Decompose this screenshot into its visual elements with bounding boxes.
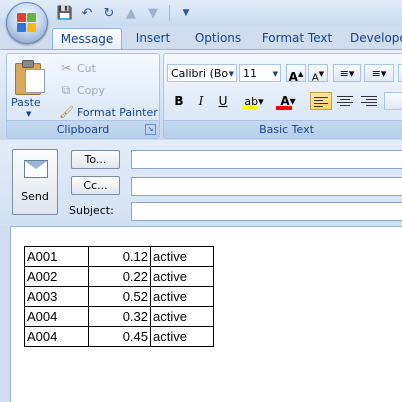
align-left-button[interactable] xyxy=(310,92,332,110)
table-cell: active xyxy=(150,286,214,307)
send-label: Send xyxy=(21,190,49,203)
paintbrush-icon: 🖌 xyxy=(59,105,75,119)
table-row: A001 0.12 active xyxy=(24,246,214,267)
grow-font-button[interactable]: A▲ xyxy=(286,64,306,84)
font-color-swatch xyxy=(276,106,292,110)
data-table: A001 0.12 active A002 0.22 active A003 0… xyxy=(24,246,214,347)
undo-icon[interactable]: ↶ xyxy=(78,4,96,22)
customize-icon[interactable]: ▼ xyxy=(177,4,195,22)
format-painter-label: Format Painter xyxy=(77,105,158,119)
basic-text-group: Calibri (Bo ▼ 11 ▼ A▲ A▼ ≡▾ ≡▾ B I U ab▾… xyxy=(163,53,402,139)
table-row: A002 0.22 active xyxy=(24,266,214,287)
clipboard-group-label: Clipboard xyxy=(7,120,159,138)
highlight-button[interactable]: ab▾ xyxy=(240,92,268,110)
indent-button[interactable] xyxy=(398,64,402,82)
decrease-indent-button[interactable] xyxy=(384,92,402,110)
tab-options[interactable]: Options xyxy=(189,28,247,49)
scissors-icon: ✂ xyxy=(60,61,72,75)
cut-button[interactable]: ✂ Cut xyxy=(59,59,96,77)
align-center-button[interactable] xyxy=(334,92,356,110)
table-cell: A004 xyxy=(24,326,89,347)
clipboard-group: Paste ▼ ✂ Cut ⧉ Copy 🖌 Format Painter Cl… xyxy=(6,53,160,139)
up-arrow-icon[interactable]: ▲ xyxy=(122,4,140,22)
font-size-value: 11 xyxy=(243,67,257,80)
ribbon: Paste ▼ ✂ Cut ⧉ Copy 🖌 Format Painter Cl… xyxy=(0,49,402,141)
table-cell: 0.12 xyxy=(88,246,151,267)
align-right-button[interactable] xyxy=(358,92,380,110)
table-cell: A003 xyxy=(24,286,89,307)
bullets-button[interactable]: ≡▾ xyxy=(333,64,361,82)
subject-label: Subject: xyxy=(69,204,114,217)
bold-button[interactable]: B xyxy=(170,92,188,110)
office-logo-icon xyxy=(17,13,37,33)
font-color-button[interactable]: A▾ xyxy=(274,92,302,110)
table-row: A004 0.45 active xyxy=(24,326,214,347)
paste-icon xyxy=(15,59,45,95)
tab-developer[interactable]: Develope xyxy=(350,28,402,49)
table-cell: 0.52 xyxy=(88,286,151,307)
table-cell: A001 xyxy=(24,246,89,267)
message-body[interactable]: A001 0.12 active A002 0.22 active A003 0… xyxy=(10,226,402,402)
toolbar-separator xyxy=(169,5,170,21)
table-cell: active xyxy=(150,306,214,327)
paste-button[interactable]: Paste ▼ xyxy=(7,54,53,120)
redo-icon[interactable]: ↻ xyxy=(100,4,118,22)
send-button[interactable]: Send xyxy=(12,149,58,215)
save-icon[interactable]: 💾 xyxy=(56,4,74,22)
table-cell: 0.22 xyxy=(88,266,151,287)
copy-label: Copy xyxy=(77,83,105,97)
ribbon-tabs: Message Insert Options Format Text Devel… xyxy=(0,26,402,50)
basic-text-group-label: Basic Text xyxy=(164,120,402,138)
copy-button[interactable]: ⧉ Copy xyxy=(59,81,105,99)
cut-label: Cut xyxy=(77,61,96,75)
table-row: A003 0.52 active xyxy=(24,286,214,307)
tab-format-text[interactable]: Format Text xyxy=(260,28,334,49)
table-cell: A002 xyxy=(24,266,89,287)
table-cell: active xyxy=(150,246,214,267)
font-size-select[interactable]: 11 ▼ xyxy=(239,64,281,82)
tab-insert[interactable]: Insert xyxy=(128,28,178,49)
tab-message[interactable]: Message xyxy=(52,28,122,50)
numbering-button[interactable]: ≡▾ xyxy=(364,64,394,82)
office-button[interactable] xyxy=(6,2,48,44)
down-arrow-icon[interactable]: ▼ xyxy=(144,4,162,22)
font-name-value: Calibri (Bo xyxy=(171,67,229,80)
quick-access-toolbar: 💾 ↶ ↻ ▲ ▼ ▼ xyxy=(56,3,195,23)
table-row: A004 0.32 active xyxy=(24,306,214,327)
paste-dropdown-icon[interactable]: ▼ xyxy=(26,110,31,118)
highlight-color-swatch xyxy=(242,106,258,110)
chevron-down-icon: ▼ xyxy=(228,70,234,78)
copy-icon: ⧉ xyxy=(61,82,71,97)
subject-field[interactable] xyxy=(131,202,402,221)
message-header: Send To... Cc... Subject: xyxy=(0,140,402,226)
table-cell: active xyxy=(150,326,214,347)
table-cell: 0.45 xyxy=(88,326,151,347)
italic-button[interactable]: I xyxy=(192,92,210,110)
to-button[interactable]: To... xyxy=(71,150,120,169)
paste-label: Paste xyxy=(11,96,41,109)
table-cell: active xyxy=(150,266,214,287)
envelope-icon xyxy=(24,160,48,178)
cc-button[interactable]: Cc... xyxy=(71,176,120,195)
cc-field[interactable] xyxy=(131,177,402,196)
numbering-icon: ≡▾ xyxy=(371,67,387,80)
underline-button[interactable]: U xyxy=(214,92,232,110)
font-name-select[interactable]: Calibri (Bo ▼ xyxy=(167,64,237,82)
clipboard-launcher-icon[interactable]: ↘ xyxy=(145,124,156,135)
title-bar: 💾 ↶ ↻ ▲ ▼ ▼ xyxy=(0,0,402,26)
to-field[interactable] xyxy=(131,150,402,169)
table-cell: A004 xyxy=(24,306,89,327)
bullets-icon: ≡▾ xyxy=(339,67,355,80)
chevron-down-icon: ▼ xyxy=(272,70,278,78)
shrink-font-button[interactable]: A▼ xyxy=(308,64,328,83)
format-painter-button[interactable]: 🖌 Format Painter xyxy=(59,103,158,121)
table-cell: 0.32 xyxy=(88,306,151,327)
